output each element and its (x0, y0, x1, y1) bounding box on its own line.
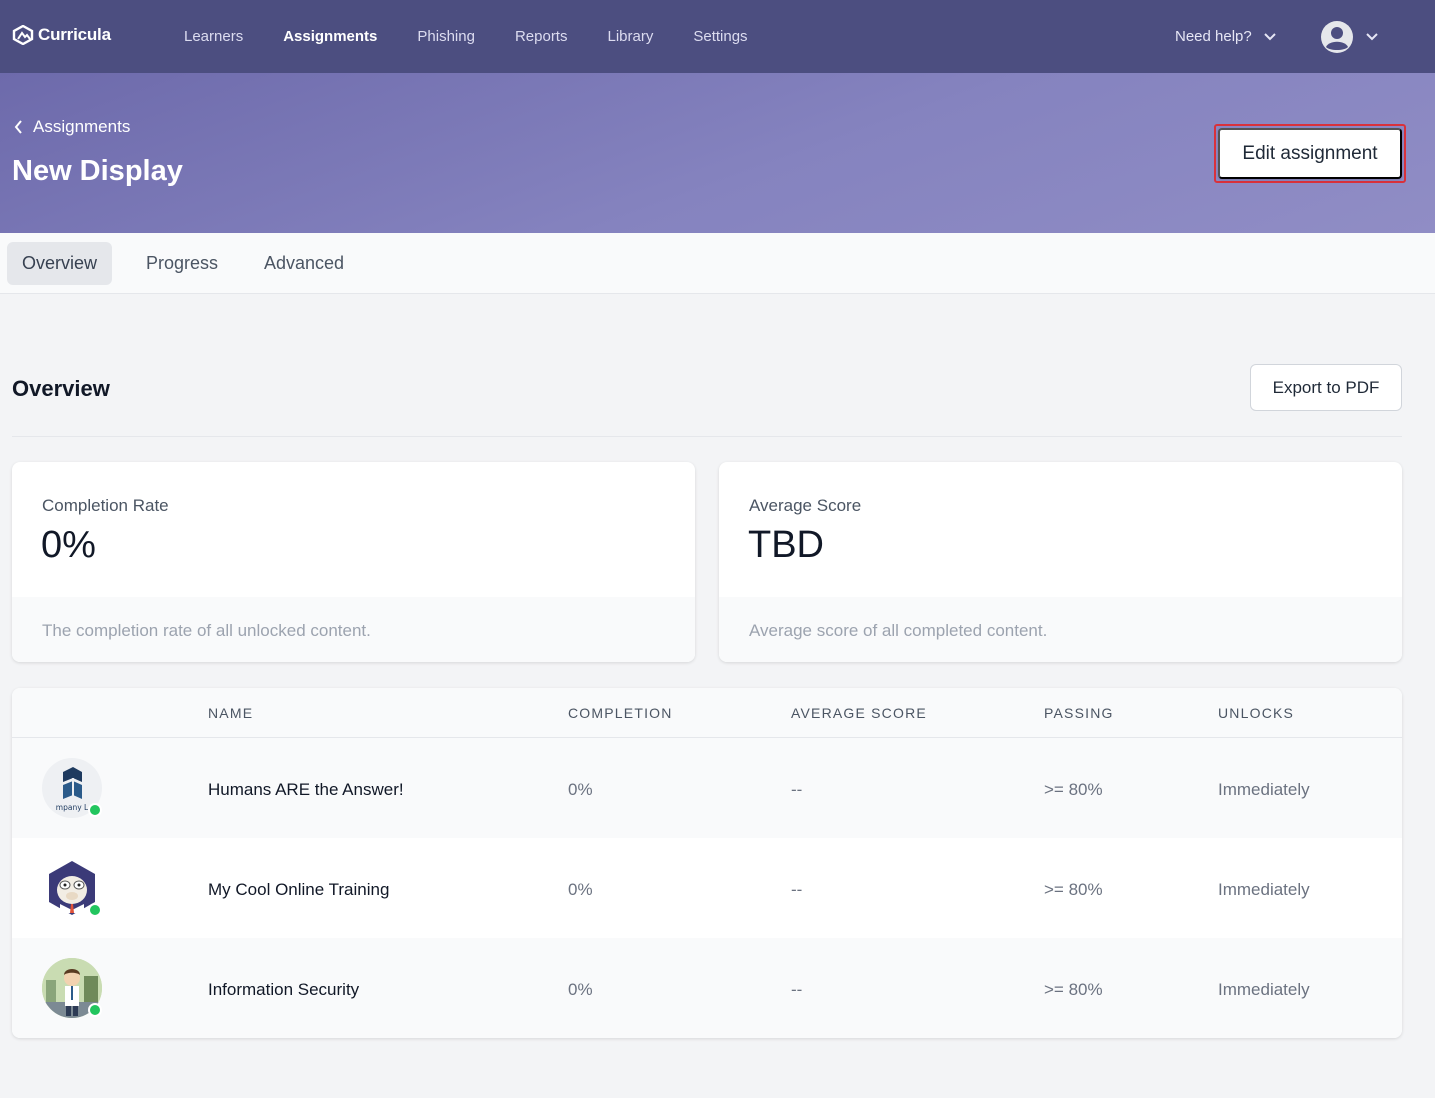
completion-rate-card: Completion Rate 0% The completion rate o… (12, 462, 695, 662)
row-passing: >= 80% (1044, 980, 1103, 999)
status-dot (88, 1003, 102, 1017)
card-label: Average Score (749, 496, 862, 515)
row-average-score: -- (791, 880, 803, 899)
tab-overview[interactable]: Overview (7, 242, 113, 285)
help-menu[interactable]: Need help? (1175, 28, 1276, 45)
page-header: Assignments New Display Edit assignment (0, 73, 1435, 233)
chevron-left-icon (14, 120, 22, 134)
column-header-completion: COMPLETION (568, 705, 673, 721)
row-passing: >= 80% (1044, 880, 1103, 899)
row-passing: >= 80% (1044, 780, 1103, 799)
top-navigation: Curricula Learners Assignments Phishing … (0, 0, 1435, 73)
export-pdf-button[interactable]: Export to PDF (1250, 364, 1402, 411)
page-title: New Display (12, 155, 183, 187)
brand-name: Curricula (38, 25, 111, 44)
user-avatar-icon (1321, 21, 1353, 53)
row-completion: 0% (568, 880, 593, 899)
tab-bar: Overview Progress Advanced (0, 233, 1435, 294)
card-value: 0% (41, 524, 96, 566)
breadcrumb-label: Assignments (33, 117, 131, 136)
average-score-card: Average Score TBD Average score of all c… (719, 462, 1402, 662)
chevron-down-icon (1264, 32, 1276, 40)
section-divider (12, 436, 1402, 437)
column-header-average-score: AVERAGE SCORE (791, 705, 927, 721)
help-label: Need help? (1175, 28, 1252, 45)
row-average-score: -- (791, 980, 803, 999)
thumbnail-caption: mpany L (56, 803, 89, 812)
tab-advanced[interactable]: Advanced (249, 242, 359, 285)
table-header: NAME COMPLETION AVERAGE SCORE PASSING UN… (12, 688, 1402, 738)
status-dot (88, 903, 102, 917)
status-dot (88, 803, 102, 817)
breadcrumb-back[interactable]: Assignments (14, 117, 130, 137)
brand-logo[interactable]: Curricula (12, 25, 111, 45)
chevron-down-icon (1366, 33, 1378, 41)
row-name[interactable]: Humans ARE the Answer! (208, 780, 404, 800)
nav-library[interactable]: Library (607, 28, 653, 46)
column-header-unlocks: UNLOCKS (1218, 705, 1295, 721)
row-completion: 0% (568, 780, 593, 799)
card-description: Average score of all completed content. (749, 621, 1048, 640)
table-row[interactable]: My Cool Online Training 0% -- >= 80% Imm… (12, 838, 1402, 938)
edit-assignment-highlight: Edit assignment (1214, 124, 1406, 183)
column-header-passing: PASSING (1044, 705, 1114, 721)
row-unlocks: Immediately (1218, 780, 1310, 799)
column-header-name: NAME (208, 705, 254, 721)
card-label: Completion Rate (42, 496, 169, 515)
row-completion: 0% (568, 980, 593, 999)
edit-assignment-button[interactable]: Edit assignment (1218, 128, 1402, 179)
main-nav: Learners Assignments Phishing Reports Li… (184, 28, 788, 46)
section-title: Overview (12, 376, 110, 401)
content-table: NAME COMPLETION AVERAGE SCORE PASSING UN… (12, 688, 1402, 1038)
tab-progress[interactable]: Progress (131, 242, 233, 285)
card-footer: The completion rate of all unlocked cont… (12, 597, 695, 662)
nav-phishing[interactable]: Phishing (417, 28, 475, 46)
table-row[interactable]: Information Security 0% -- >= 80% Immedi… (12, 938, 1402, 1038)
nav-reports[interactable]: Reports (515, 28, 568, 46)
user-menu[interactable] (1320, 20, 1378, 54)
row-average-score: -- (791, 780, 803, 799)
card-description: The completion rate of all unlocked cont… (42, 621, 371, 640)
card-footer: Average score of all completed content. (719, 597, 1402, 662)
row-name[interactable]: My Cool Online Training (208, 880, 389, 900)
curricula-logo-icon (12, 25, 34, 45)
card-value: TBD (748, 524, 824, 566)
table-row[interactable]: mpany L Humans ARE the Answer! 0% -- >= … (12, 738, 1402, 838)
nav-learners[interactable]: Learners (184, 28, 243, 46)
row-name[interactable]: Information Security (208, 980, 359, 1000)
nav-assignments[interactable]: Assignments (283, 28, 377, 46)
row-unlocks: Immediately (1218, 980, 1310, 999)
nav-settings[interactable]: Settings (693, 28, 747, 46)
row-unlocks: Immediately (1218, 880, 1310, 899)
